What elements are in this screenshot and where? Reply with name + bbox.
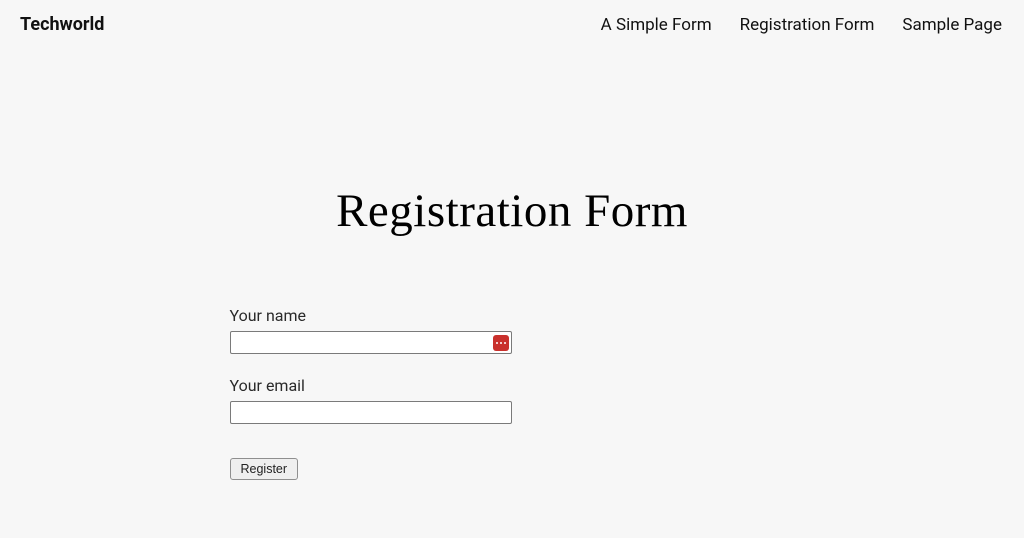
primary-nav: A Simple Form Registration Form Sample P…: [601, 15, 1002, 35]
dot-icon: [496, 342, 498, 344]
nav-link-registration-form[interactable]: Registration Form: [740, 15, 875, 35]
nav-link-sample-page[interactable]: Sample Page: [902, 15, 1002, 35]
nav-link-simple-form[interactable]: A Simple Form: [601, 15, 712, 35]
password-manager-icon[interactable]: [493, 335, 509, 351]
site-header: Techworld A Simple Form Registration For…: [0, 0, 1024, 49]
email-input[interactable]: [230, 401, 512, 424]
registration-form: Your name Your email Register: [230, 306, 795, 480]
name-input-wrap: [230, 331, 512, 354]
field-name: Your name: [230, 306, 795, 354]
name-input[interactable]: [230, 331, 512, 354]
name-label: Your name: [230, 306, 795, 325]
field-email: Your email: [230, 376, 795, 424]
dot-icon: [504, 342, 506, 344]
email-label: Your email: [230, 376, 795, 395]
register-button[interactable]: Register: [230, 458, 299, 480]
dot-icon: [500, 342, 502, 344]
email-input-wrap: [230, 401, 512, 424]
page-title: Registration Form: [230, 184, 795, 238]
site-brand[interactable]: Techworld: [20, 14, 104, 35]
main-content: Registration Form Your name Your email R…: [230, 49, 795, 480]
submit-row: Register: [230, 458, 795, 480]
